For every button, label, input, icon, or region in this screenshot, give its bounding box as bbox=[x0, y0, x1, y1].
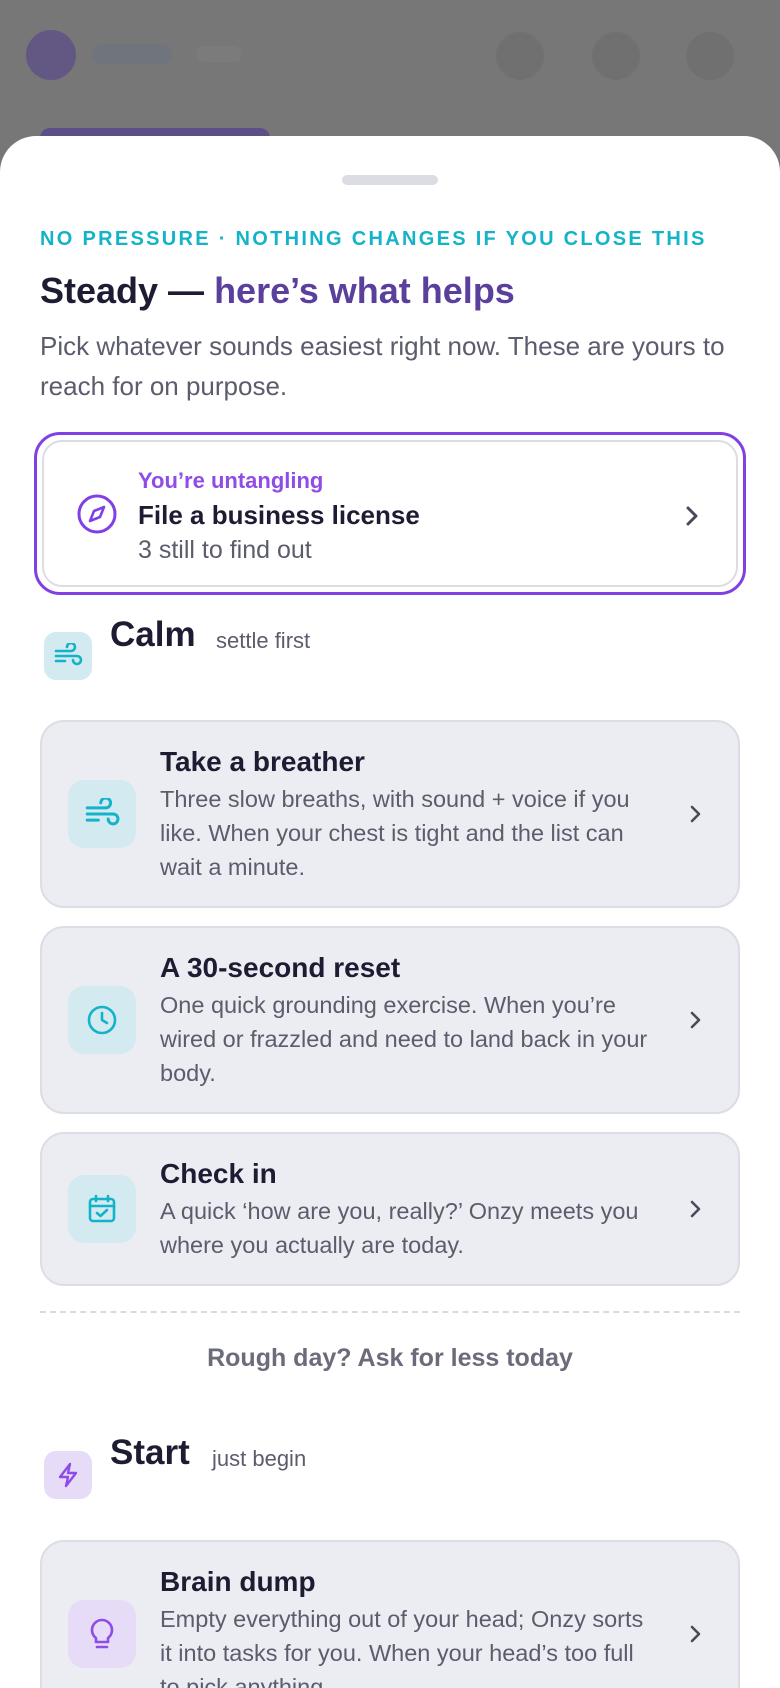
app-wordmark bbox=[92, 44, 172, 64]
option-title: Brain dump bbox=[160, 1566, 316, 1597]
untangling-card-inner: You’re untangling File a business licens… bbox=[42, 440, 738, 587]
option-title: Check in bbox=[160, 1158, 277, 1189]
app-label bbox=[196, 46, 242, 62]
calm-section-title: Calm bbox=[110, 615, 196, 654]
lightbulb-icon bbox=[90, 1618, 114, 1649]
start-section-tagline: just begin bbox=[212, 1446, 307, 1471]
chevron-right-icon bbox=[690, 1200, 701, 1218]
chevron-right-icon bbox=[690, 1625, 701, 1643]
header-button-1 bbox=[496, 32, 544, 80]
sheet-title-main: Steady — bbox=[40, 270, 215, 311]
untangling-subtext: 3 still to find out bbox=[138, 536, 312, 564]
option-description: A quick ‘how are you, really?’ Onzy meet… bbox=[160, 1198, 639, 1258]
untangling-card[interactable]: You’re untangling File a business licens… bbox=[34, 432, 746, 595]
option-icon-tile bbox=[68, 986, 136, 1054]
chevron-right-icon bbox=[690, 1011, 701, 1029]
option-description: Three slow breaths, with sound + voice i… bbox=[160, 786, 630, 880]
option-title: A 30-second reset bbox=[160, 952, 401, 983]
sheet-title: Steady — here’s what helps bbox=[40, 270, 515, 312]
calm-section-tagline: settle first bbox=[216, 628, 311, 653]
start-section-icon bbox=[44, 1451, 92, 1499]
option-brain-dump[interactable]: Brain dump Empty everything out of your … bbox=[40, 1540, 740, 1688]
lightning-icon bbox=[58, 1462, 78, 1488]
header-button-2 bbox=[592, 32, 640, 80]
rough-day-link[interactable]: Rough day? Ask for less today bbox=[0, 1344, 780, 1373]
wind-icon bbox=[54, 643, 83, 666]
option-icon-tile bbox=[68, 780, 136, 848]
option-icon-tile bbox=[68, 1600, 136, 1668]
chevron-right-icon bbox=[690, 805, 701, 823]
option-take-a-breather[interactable]: Take a breather Three slow breaths, with… bbox=[40, 720, 740, 908]
start-section-title: Start bbox=[110, 1433, 190, 1472]
option-title: Take a breather bbox=[160, 746, 365, 777]
option-check-in[interactable]: Check in A quick ‘how are you, really?’ … bbox=[40, 1132, 740, 1286]
calendar-check-icon bbox=[88, 1194, 116, 1223]
untangling-task: File a business license bbox=[138, 500, 420, 530]
wind-icon bbox=[85, 798, 120, 826]
sheet-subtitle: Pick whatever sounds easiest right now. … bbox=[40, 331, 725, 401]
app-logo bbox=[26, 30, 76, 80]
calm-section-icon bbox=[44, 632, 92, 680]
sheet-drag-handle[interactable] bbox=[342, 175, 438, 185]
section-divider bbox=[40, 1311, 740, 1313]
sheet-title-accent: here’s what helps bbox=[214, 270, 515, 311]
chevron-right-icon bbox=[686, 506, 698, 526]
help-bottom-sheet: NO PRESSURE · NOTHING CHANGES IF YOU CLO… bbox=[0, 136, 780, 1688]
option-description: Empty everything out of your head; Onzy … bbox=[160, 1606, 644, 1688]
untangling-label: You’re untangling bbox=[138, 468, 324, 493]
option-30-second-reset[interactable]: A 30-second reset One quick grounding ex… bbox=[40, 926, 740, 1114]
header-button-3 bbox=[686, 32, 734, 80]
option-description: One quick grounding exercise. When you’r… bbox=[160, 992, 648, 1086]
sheet-eyebrow: NO PRESSURE · NOTHING CHANGES IF YOU CLO… bbox=[40, 228, 707, 250]
compass-icon bbox=[77, 494, 117, 534]
option-icon-tile bbox=[68, 1175, 136, 1243]
clock-icon bbox=[87, 1005, 117, 1035]
